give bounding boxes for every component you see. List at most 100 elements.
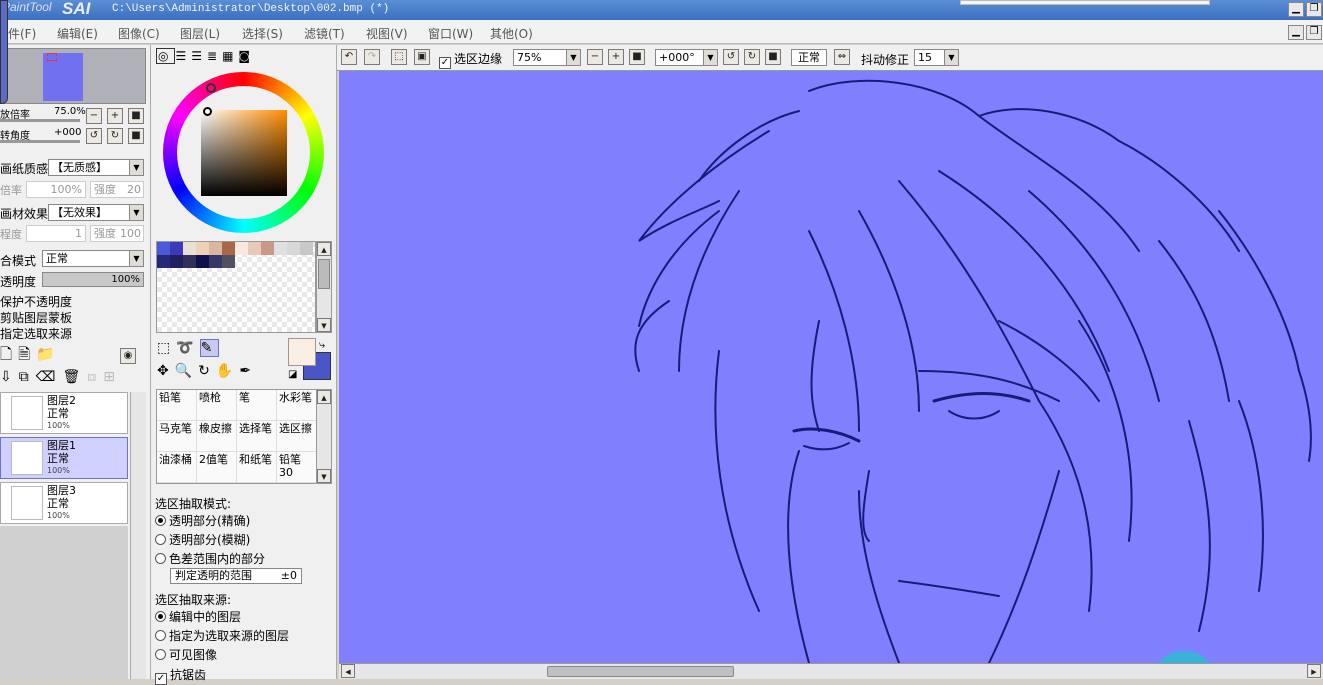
color-swatch[interactable]: [183, 255, 196, 268]
navigator-preview[interactable]: [0, 48, 146, 104]
color-swatch[interactable]: [183, 242, 196, 255]
selection-edge-toggle[interactable]: ✓ 选区边缘: [439, 50, 502, 69]
rgb-slider-tab[interactable]: ☰: [175, 49, 191, 63]
layer-list-scrollbar[interactable]: [130, 392, 146, 679]
angle-slider[interactable]: [0, 140, 80, 143]
swatch-scrollbar[interactable]: ▲ ▼: [316, 241, 332, 333]
color-swatch[interactable]: [170, 255, 183, 268]
undo-button[interactable]: ↶: [341, 49, 357, 65]
eyedropper-icon[interactable]: ✒: [239, 363, 257, 379]
tool-marker[interactable]: 马克笔: [157, 421, 197, 452]
tool-scrollbar[interactable]: ▲ ▼: [316, 389, 332, 484]
toolbar-zoom-reset-button[interactable]: ■: [629, 49, 645, 65]
hue-wheel[interactable]: [163, 72, 324, 233]
tool-brush[interactable]: 笔: [237, 390, 277, 421]
rotate-right-button[interactable]: ↻: [107, 128, 123, 144]
zoom-out-button[interactable]: −: [86, 108, 102, 124]
menu-select[interactable]: 选择(S): [242, 25, 283, 42]
color-swatch[interactable]: [196, 255, 209, 268]
mode-option-precise[interactable]: 透明部分(精确): [155, 512, 250, 529]
minimize-button[interactable]: ▁: [1288, 2, 1304, 17]
delete-layer-icon[interactable]: 🗑: [63, 369, 88, 385]
clipping-group-option[interactable]: 剪贴图层蒙板: [0, 309, 72, 326]
menu-view[interactable]: 视图(V): [366, 25, 408, 42]
radio-checked[interactable]: [155, 515, 166, 526]
layer-item[interactable]: 图层2 正常 100%: [0, 392, 128, 434]
color-swatch[interactable]: [222, 242, 235, 255]
toolbar-rotate-left-button[interactable]: ↺: [723, 49, 739, 65]
radio-unchecked[interactable]: [155, 649, 166, 660]
scroll-down-icon[interactable]: ▼: [317, 469, 331, 483]
rotate-reset-button[interactable]: ■: [128, 128, 144, 144]
sv-marker[interactable]: [203, 107, 212, 116]
scroll-up-icon[interactable]: ▲: [317, 242, 331, 256]
doc-restore-button[interactable]: ❐: [1306, 25, 1322, 40]
new-folder-icon[interactable]: 📁: [36, 345, 61, 363]
preserve-opacity-option[interactable]: 保护不透明度: [0, 293, 72, 310]
tool-watercolor[interactable]: 水彩笔: [277, 390, 317, 421]
foreground-color-swatch[interactable]: [288, 338, 316, 366]
menu-image[interactable]: 图像(C): [118, 25, 160, 42]
tool-pencil[interactable]: 铅笔: [157, 390, 197, 421]
new-linework-layer-icon[interactable]: 🗎: [18, 345, 36, 363]
flip-horizontal-button[interactable]: ⇔: [834, 49, 850, 65]
tool-pencil30[interactable]: 铅笔30: [277, 452, 317, 483]
color-swatch[interactable]: [157, 242, 170, 255]
rotate-icon[interactable]: ↻: [198, 363, 216, 379]
source-option-designated[interactable]: 指定为选取来源的图层: [155, 627, 289, 644]
menu-file[interactable]: 件(F): [8, 25, 36, 42]
drawing-canvas[interactable]: [339, 71, 1323, 663]
scroll-down-icon[interactable]: ▼: [317, 318, 331, 332]
paper-texture-select[interactable]: 【无质感】 ▼: [48, 159, 144, 176]
source-option-visible[interactable]: 可见图像: [155, 646, 217, 663]
tool-select-pen[interactable]: 选择笔: [237, 421, 277, 452]
color-swatch[interactable]: [274, 242, 287, 255]
mode-option-fuzzy[interactable]: 透明部分(模糊): [155, 531, 250, 548]
hue-marker[interactable]: [206, 83, 216, 93]
zoom-select[interactable]: 75% ▼: [513, 49, 581, 66]
scroll-up-icon[interactable]: ▲: [317, 390, 331, 404]
invert-selection-button[interactable]: ▣: [414, 49, 430, 65]
color-swatch[interactable]: [157, 255, 170, 268]
color-swatch[interactable]: [261, 242, 274, 255]
toolbar-zoom-in-button[interactable]: +: [608, 49, 624, 65]
scratch-pad-tab[interactable]: ◙: [238, 49, 255, 63]
layer-mask-button[interactable]: ◉: [120, 348, 136, 364]
swap-colors-icon[interactable]: ⤷: [319, 338, 325, 352]
color-swatch[interactable]: [287, 242, 300, 255]
checkbox-checked[interactable]: ✓: [439, 57, 451, 69]
zoom-slider[interactable]: [0, 119, 80, 122]
menu-filter[interactable]: 滤镜(T): [304, 25, 345, 42]
stabilizer-select[interactable]: 15 ▼: [914, 49, 959, 66]
radio-unchecked[interactable]: [155, 534, 166, 545]
transfer-down-icon[interactable]: ⇩: [0, 369, 19, 385]
rect-select-icon[interactable]: ⬚: [157, 340, 176, 356]
view-blend-mode-button[interactable]: 正常: [791, 49, 827, 66]
maximize-button[interactable]: ❐: [1306, 2, 1322, 17]
zoom-in-button[interactable]: +: [107, 108, 123, 124]
color-swatch[interactable]: [209, 255, 222, 268]
toolbar-zoom-out-button[interactable]: −: [587, 49, 603, 65]
color-swatch[interactable]: [196, 242, 209, 255]
radio-checked[interactable]: [155, 611, 166, 622]
transparency-range-slider[interactable]: 判定透明的范围 ±0: [170, 568, 302, 584]
zoom-reset-button[interactable]: ■: [128, 108, 144, 124]
tool-airbrush[interactable]: 喷枪: [197, 390, 237, 421]
move-icon[interactable]: ✥: [157, 363, 175, 379]
color-swatch[interactable]: [248, 242, 261, 255]
color-swatch[interactable]: [300, 242, 313, 255]
menu-other[interactable]: 其他(O): [490, 25, 533, 42]
gradient-tab[interactable]: ≣: [207, 49, 222, 63]
color-swatch[interactable]: [222, 255, 235, 268]
layer-item-selected[interactable]: 图层1 正常 100%: [0, 437, 128, 479]
transparent-color-icon[interactable]: ◪: [288, 369, 297, 380]
magic-wand-icon[interactable]: ✎: [199, 339, 220, 357]
menu-window[interactable]: 窗口(W): [428, 25, 473, 42]
color-wheel-tab[interactable]: ◎: [156, 48, 176, 64]
color-swatch[interactable]: [170, 242, 183, 255]
scroll-thumb[interactable]: [547, 666, 734, 677]
new-layer-icon[interactable]: 🗋: [0, 345, 18, 363]
saturation-value-square[interactable]: [201, 110, 287, 196]
mode-option-color-range[interactable]: 色差范围内的部分: [155, 550, 265, 567]
navigator-handle[interactable]: [0, 0, 8, 104]
